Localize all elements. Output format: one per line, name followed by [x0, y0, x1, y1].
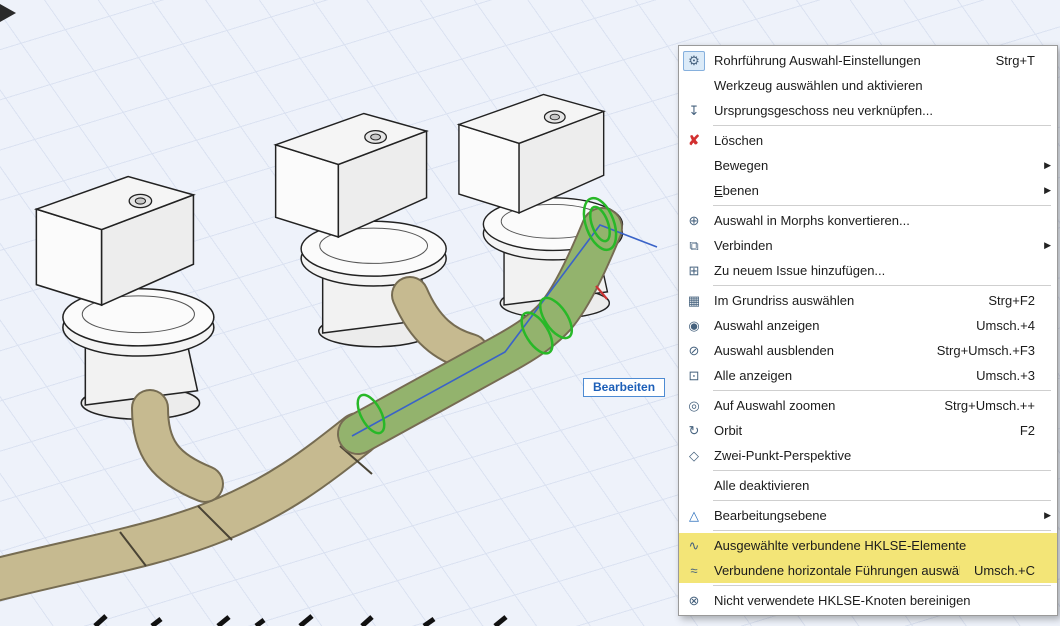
zoom-to-selection-icon: ◎	[683, 396, 705, 416]
menu-item-auswahl-anzeigen[interactable]: ◉ Auswahl anzeigen Umsch.+4	[679, 313, 1057, 338]
menu-item-label: Alle deaktivieren	[714, 478, 1021, 493]
bottom-edge-geometry	[95, 616, 506, 626]
orbit-icon: ↻	[683, 421, 705, 441]
menu-item-label: Zu neuem Issue hinzufügen...	[714, 263, 1021, 278]
select-on-plan-icon: ▦	[683, 291, 705, 311]
submenu-arrow-icon: ▶	[1035, 240, 1051, 251]
menu-separator	[713, 585, 1051, 586]
connected-horizontal-runs-icon: ≈	[683, 561, 705, 581]
edit-tooltip: Bearbeiten	[583, 378, 665, 397]
menu-item-label: Rohrführung Auswahl-Einstellungen	[714, 53, 982, 68]
editing-plane-icon: △	[683, 506, 705, 526]
menu-item-label: Auswahl in Morphs konvertieren...	[714, 213, 1021, 228]
convert-to-morph-icon: ⊕	[683, 211, 705, 231]
delete-icon: ✘	[683, 131, 705, 151]
icon-placeholder	[683, 156, 705, 176]
menu-item-label: Verbinden	[714, 238, 1021, 253]
add-to-issue-icon: ⊞	[683, 261, 705, 281]
connect-icon: ⧉	[683, 236, 705, 256]
menu-item-bearbeitungsebene[interactable]: △ Bearbeitungsebene ▶	[679, 503, 1057, 528]
menu-item-verbinden[interactable]: ⧉ Verbinden ▶	[679, 233, 1057, 258]
menu-item-zu-neuem-issue-hinzufuegen[interactable]: ⊞ Zu neuem Issue hinzufügen...	[679, 258, 1057, 283]
menu-item-loeschen[interactable]: ✘ Löschen	[679, 128, 1057, 153]
menu-item-label: Nicht verwendete HKLSE-Knoten bereinigen	[714, 593, 1021, 608]
selection-settings-icon: ⚙	[683, 51, 705, 71]
menu-item-label: Ausgewählte verbundene HKLSE-Elemente	[714, 538, 1021, 553]
menu-separator	[713, 285, 1051, 286]
menu-item-label: Löschen	[714, 133, 1021, 148]
menu-item-label: Auswahl ausblenden	[714, 343, 923, 358]
menu-item-nicht-verwendete-hklse-knoten-bereinigen[interactable]: ⊗ Nicht verwendete HKLSE-Knoten bereinig…	[679, 588, 1057, 613]
menu-item-im-grundriss-auswaehlen[interactable]: ▦ Im Grundriss auswählen Strg+F2	[679, 288, 1057, 313]
menu-item-label: Ursprungsgeschoss neu verknüpfen...	[714, 103, 1021, 118]
menu-item-shortcut: Strg+Umsch.++	[944, 398, 1035, 413]
menu-item-ursprungsgeschoss-neu-verknuepfen[interactable]: ↧ Ursprungsgeschoss neu verknüpfen...	[679, 98, 1057, 123]
menu-item-zwei-punkt-perspektive[interactable]: ◇ Zwei-Punkt-Perspektive	[679, 443, 1057, 468]
menu-item-shortcut: Strg+Umsch.+F3	[937, 343, 1035, 358]
relink-home-story-icon: ↧	[683, 101, 705, 121]
menu-separator	[713, 125, 1051, 126]
menu-item-label: Werkzeug auswählen und aktivieren	[714, 78, 1021, 93]
menu-separator	[713, 500, 1051, 501]
menu-item-ebenen[interactable]: Ebenen ▶	[679, 178, 1057, 203]
edit-tooltip-label: Bearbeiten	[593, 380, 655, 394]
menu-item-alle-anzeigen[interactable]: ⊡ Alle anzeigen Umsch.+3	[679, 363, 1057, 388]
menu-separator	[713, 390, 1051, 391]
menu-item-label: Orbit	[714, 423, 1006, 438]
menu-item-shortcut: F2	[1020, 423, 1035, 438]
menu-item-werkzeug-auswaehlen-und-aktivieren[interactable]: Werkzeug auswählen und aktivieren	[679, 73, 1057, 98]
menu-item-label: Bewegen	[714, 158, 1021, 173]
menu-item-ausgewaehlte-verbundene-hklse-elemente[interactable]: ∿ Ausgewählte verbundene HKLSE-Elemente	[679, 533, 1057, 558]
submenu-arrow-icon: ▶	[1035, 160, 1051, 171]
menu-item-label: Auf Auswahl zoomen	[714, 398, 930, 413]
menu-item-label: Ebenen	[714, 183, 1021, 198]
menu-item-shortcut: Strg+T	[996, 53, 1035, 68]
menu-separator	[713, 530, 1051, 531]
menu-item-auf-auswahl-zoomen[interactable]: ◎ Auf Auswahl zoomen Strg+Umsch.++	[679, 393, 1057, 418]
connected-mep-elements-icon: ∿	[683, 536, 705, 556]
show-selection-icon: ◉	[683, 316, 705, 336]
show-all-icon: ⊡	[683, 366, 705, 386]
menu-item-shortcut: Strg+F2	[988, 293, 1035, 308]
menu-item-rohrfuehrung-auswahl-einstellungen[interactable]: ⚙ Rohrführung Auswahl-Einstellungen Strg…	[679, 48, 1057, 73]
submenu-arrow-icon: ▶	[1035, 510, 1051, 521]
menu-item-label: Im Grundriss auswählen	[714, 293, 974, 308]
submenu-arrow-icon: ▶	[1035, 185, 1051, 196]
hide-selection-icon: ⊘	[683, 341, 705, 361]
toilet-1[interactable]	[36, 177, 213, 420]
cleanup-mep-nodes-icon: ⊗	[683, 591, 705, 611]
context-menu: ⚙ Rohrführung Auswahl-Einstellungen Strg…	[678, 45, 1058, 616]
menu-separator	[713, 205, 1051, 206]
menu-item-label: Verbundene horizontale Führungen auswähl…	[714, 563, 960, 578]
application-window: Bearbeiten ⚙ Rohrführung Auswahl-Einstel…	[0, 0, 1060, 626]
two-point-perspective-icon: ◇	[683, 446, 705, 466]
menu-item-shortcut: Umsch.+3	[976, 368, 1035, 383]
menu-item-shortcut: Umsch.+4	[976, 318, 1035, 333]
menu-separator	[713, 470, 1051, 471]
menu-item-auswahl-in-morphs-konvertieren[interactable]: ⊕ Auswahl in Morphs konvertieren...	[679, 208, 1057, 233]
menu-item-shortcut: Umsch.+C	[974, 563, 1035, 578]
menu-item-verbundene-horizontale-fuehrungen-auswaehlen[interactable]: ≈ Verbundene horizontale Führungen auswä…	[679, 558, 1057, 583]
viewport-edge-artifact	[0, 4, 16, 22]
menu-item-auswahl-ausblenden[interactable]: ⊘ Auswahl ausblenden Strg+Umsch.+F3	[679, 338, 1057, 363]
menu-item-bewegen[interactable]: Bewegen ▶	[679, 153, 1057, 178]
menu-item-label: Auswahl anzeigen	[714, 318, 962, 333]
menu-item-label: Zwei-Punkt-Perspektive	[714, 448, 1021, 463]
icon-placeholder	[683, 181, 705, 201]
menu-item-label: Alle anzeigen	[714, 368, 962, 383]
icon-placeholder	[683, 76, 705, 96]
menu-item-label: Bearbeitungsebene	[714, 508, 1021, 523]
icon-placeholder	[683, 476, 705, 496]
menu-item-orbit[interactable]: ↻ Orbit F2	[679, 418, 1057, 443]
menu-item-alle-deaktivieren[interactable]: Alle deaktivieren	[679, 473, 1057, 498]
